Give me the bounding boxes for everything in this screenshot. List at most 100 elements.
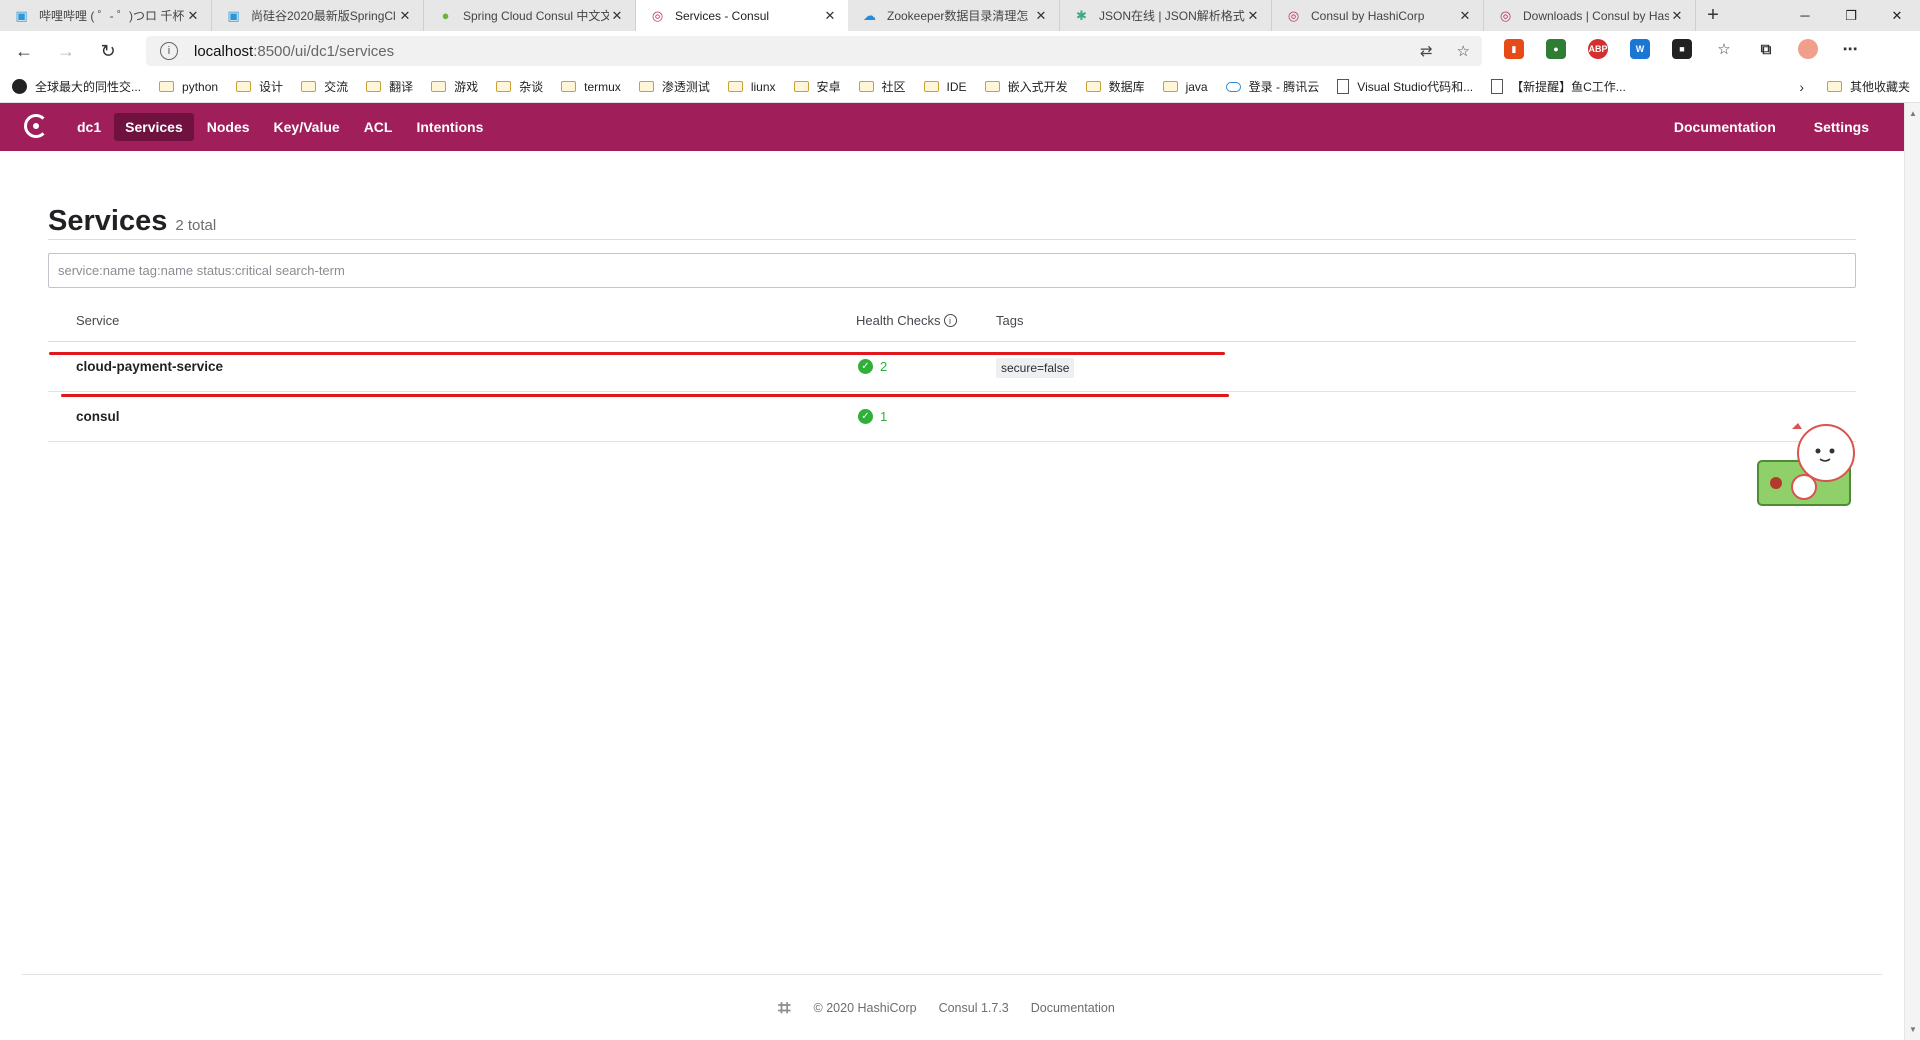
table-row[interactable]: cloud-payment-service ✓ 2 secure=false [48,342,1856,392]
passing-count: 2 [880,359,888,374]
bookmark-item[interactable]: liunx [727,80,776,94]
health-checks-cell: ✓ 1 [856,409,996,424]
close-tab-icon[interactable]: ✕ [185,8,201,24]
profile-avatar-icon[interactable] [1798,39,1818,59]
close-tab-icon[interactable]: ✕ [1033,8,1049,24]
favorite-star-icon[interactable]: ☆ [1457,42,1470,60]
url-path: :8500/ui/dc1/services [253,42,395,60]
bookmark-item[interactable]: 社区 [858,78,906,95]
service-name-link[interactable]: consul [48,409,856,424]
bookmark-item[interactable]: IDE [923,80,967,94]
adblock-extension-icon[interactable]: ABP [1588,39,1608,59]
folder-icon [236,81,252,92]
json-icon: ✱ [1076,7,1087,23]
nav-services[interactable]: Services [114,113,194,141]
browser-tab-5[interactable]: ✱ JSON在线 | JSON解析格式化 ✕ [1060,0,1272,31]
bookmark-item[interactable]: 嵌入式开发 [984,78,1068,95]
back-button[interactable]: ← [6,35,42,67]
forward-button[interactable]: → [48,35,84,67]
minimize-icon[interactable]: ─ [1782,0,1828,31]
close-tab-icon[interactable]: ✕ [822,8,838,24]
globe-extension-icon[interactable]: ● [1546,39,1566,59]
close-window-icon[interactable]: ✕ [1874,0,1920,31]
browser-tab-0[interactable]: ▣ 哔哩哔哩 ( ゜- ゜)つロ 千杯 ✕ [0,0,212,31]
close-tab-icon[interactable]: ✕ [1457,8,1473,24]
consul-icon: ◎ [1287,7,1300,23]
vertical-scrollbar[interactable]: ▲ ▼ [1904,103,1920,1040]
scroll-down-icon[interactable]: ▼ [1909,1025,1917,1034]
dark-extension-icon[interactable]: ■ [1672,39,1692,59]
bookmark-item[interactable]: 全球最大的同性交... [12,78,141,95]
translate-icon[interactable]: ⇄ [1420,42,1433,60]
folder-icon [366,81,382,92]
consul-icon: ◎ [651,7,664,23]
restore-icon[interactable]: ❐ [1828,0,1874,31]
browser-tab-6[interactable]: ◎ Consul by HashiCorp ✕ [1272,0,1484,31]
service-name-link[interactable]: cloud-payment-service [48,359,856,374]
bookmark-item[interactable]: 交流 [301,78,348,95]
bookmark-item[interactable]: termux [561,80,621,94]
folder-icon [301,81,317,92]
top-navigation: dc1 Services Nodes Key/Value ACL Intenti… [0,103,1904,151]
bookmark-item[interactable]: 设计 [236,78,283,95]
office-extension-icon[interactable]: ▮ [1504,39,1524,59]
close-tab-icon[interactable]: ✕ [1669,8,1685,24]
mascot-sticker-icon [1757,423,1855,506]
search-input[interactable] [48,253,1856,288]
bookmark-item[interactable]: 游戏 [431,78,478,95]
bookmark-item[interactable]: 【新提醒】鱼C工作... [1491,78,1626,95]
bookmark-item[interactable]: 安卓 [793,78,841,95]
consul-logo-icon[interactable] [22,112,52,142]
table-row[interactable]: consul ✓ 1 [48,392,1856,442]
other-bookmarks[interactable]: 其他收藏夹 [1826,78,1910,95]
cloud-icon: ☁ [863,7,876,23]
info-icon[interactable]: i [943,314,957,327]
bookmark-item[interactable]: 杂谈 [496,78,543,95]
bookmarks-bar: 全球最大的同性交... python 设计 交流 翻译 游戏 杂谈 termux… [0,71,1920,103]
browser-tabstrip: ▣ 哔哩哔哩 ( ゜- ゜)つロ 千杯 ✕ ▣ 尚硅谷2020最新版Spring… [0,0,1920,31]
browser-tab-1[interactable]: ▣ 尚硅谷2020最新版SpringCl ✕ [212,0,424,31]
close-tab-icon[interactable]: ✕ [397,8,413,24]
browser-tab-3[interactable]: ◎ Services - Consul ✕ [636,0,848,31]
bookmark-item[interactable]: 翻译 [366,78,413,95]
refresh-button[interactable]: ↻ [90,35,126,67]
close-tab-icon[interactable]: ✕ [1245,8,1261,24]
page-footer: ⌗ © 2020 HashiCorp Consul 1.7.3 Document… [22,974,1882,1040]
favorites-list-icon[interactable]: ☆ [1714,39,1734,59]
highlight-line-top [49,352,1225,355]
nav-documentation[interactable]: Documentation [1663,113,1787,141]
scroll-up-icon[interactable]: ▲ [1909,109,1917,118]
nav-settings[interactable]: Settings [1803,113,1880,141]
bookmark-item[interactable]: 数据库 [1085,78,1145,95]
bookmark-item[interactable]: java [1162,80,1208,94]
footer-copyright: © 2020 HashiCorp [813,1000,917,1015]
nav-intentions[interactable]: Intentions [405,113,494,141]
datacenter-selector[interactable]: dc1 [66,113,112,141]
nav-acl[interactable]: ACL [353,113,404,141]
services-table: Service Health Checks i Tags cloud-paymen… [48,300,1856,442]
collections-icon[interactable]: ⧉ [1756,39,1776,59]
footer-documentation-link[interactable]: Documentation [1031,1001,1115,1015]
bookmark-item[interactable]: 渗透测试 [638,78,710,95]
nav-key-value[interactable]: Key/Value [263,113,351,141]
browser-tab-7[interactable]: ◎ Downloads | Consul by Has ✕ [1484,0,1696,31]
site-info-icon[interactable]: i [160,42,178,60]
chevron-right-icon[interactable]: › [1799,79,1804,95]
folder-icon [1085,81,1101,92]
bookmark-item[interactable]: python [159,80,218,94]
nav-nodes[interactable]: Nodes [196,113,261,141]
service-tag: secure=false [996,357,1075,378]
url-host: localhost [194,42,254,60]
url-bar[interactable]: i localhost:8500/ui/dc1/services ⇄ ☆ [146,36,1482,66]
bookmark-item[interactable]: Visual Studio代码和... [1337,78,1473,95]
browser-tab-4[interactable]: ☁ Zookeeper数据目录清理怎 ✕ [848,0,1060,31]
new-tab-button[interactable]: + [1696,0,1730,31]
wps-extension-icon[interactable]: W [1630,39,1650,59]
bilibili-icon: ▣ [227,7,240,23]
consul-icon: ◎ [1499,7,1512,23]
more-menu-icon[interactable]: ⋯ [1840,39,1860,59]
browser-tab-2[interactable]: ● Spring Cloud Consul 中文文 ✕ [424,0,636,31]
bookmark-item[interactable]: 登录 - 腾讯云 [1225,78,1319,95]
close-tab-icon[interactable]: ✕ [609,8,625,24]
page-title: Services [48,205,168,237]
